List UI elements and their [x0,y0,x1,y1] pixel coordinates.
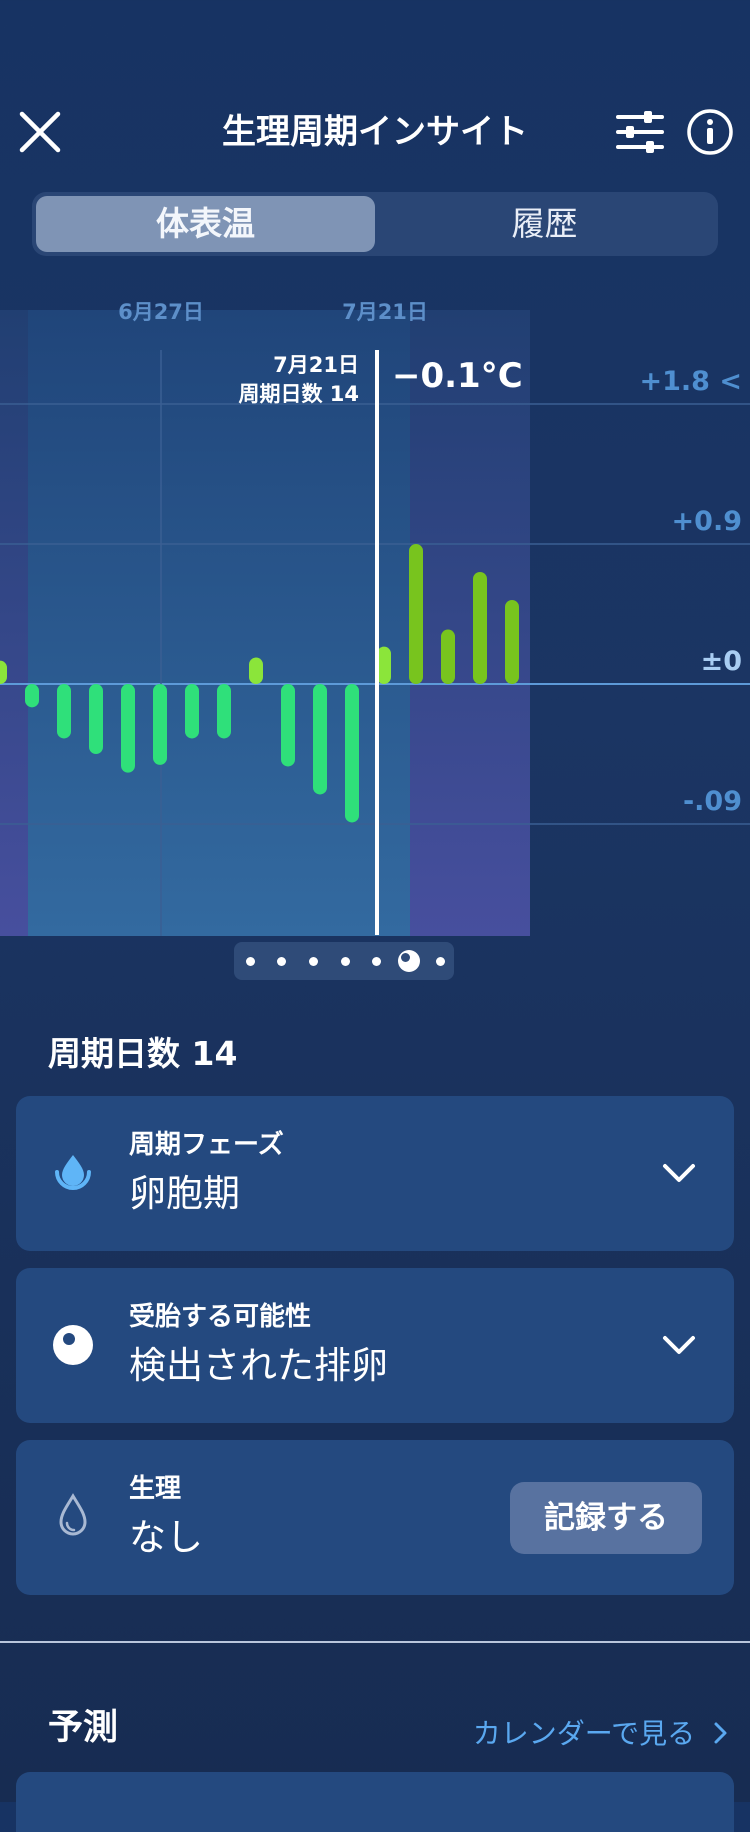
temperature-bar [153,684,167,765]
sliders-icon [616,111,664,153]
info-icon [687,109,733,155]
view-calendar-link[interactable]: カレンダーで見る [473,1710,730,1758]
fertility-label: 受胎する可能性 [129,1302,312,1332]
date-label-jul21: 7月21日 [342,300,428,324]
page-dot[interactable] [340,957,350,966]
settings-button[interactable] [614,108,666,156]
tab-body-temperature[interactable]: 体表温 [36,196,375,252]
temperature-bar [441,629,455,684]
y-label-lower: -.09 [683,786,742,817]
temperature-chart-svg: 6月27日 7月21日 7月21日 周期日数 14 −0.1°C +1.8 < … [0,300,750,936]
y-label-upper: +0.9 [672,506,742,537]
page-dot[interactable] [372,957,382,966]
cycle-phase-label: 周期フェーズ [129,1130,284,1160]
temperature-chart[interactable]: 6月27日 7月21日 7月21日 周期日数 14 −0.1°C +1.8 < … [0,290,750,940]
period-value: なし [129,1516,203,1559]
temperature-bar [345,684,359,823]
page-dot[interactable] [308,957,318,966]
temperature-bar [473,572,487,684]
cycle-day-heading: 周期日数 14 [48,1034,238,1073]
period-card: 生理 なし 記録する [16,1440,734,1595]
temperature-bar [217,684,231,739]
view-calendar-link-label: カレンダーで見る [472,1717,696,1750]
fertility-card[interactable]: 受胎する可能性 検出された排卵 [16,1268,734,1423]
chevron-down-icon[interactable] [660,1156,698,1190]
temperature-bar [313,684,327,795]
tooltip-cycle-day: 周期日数 14 [238,382,359,406]
forecast-heading: 予測 [48,1708,119,1748]
temperature-bar [249,657,263,684]
record-button[interactable]: 記録する [510,1482,702,1554]
temperature-bar [281,684,295,767]
temperature-bar [505,600,519,684]
info-button[interactable] [686,108,734,156]
temperature-bar [121,684,135,773]
period-drop-icon [59,1493,87,1536]
tooltip-temperature: −0.1°C [392,356,523,396]
temperature-bar [185,684,199,739]
phase-drop-icon [55,1155,91,1190]
fertility-value: 検出された排卵 [129,1344,388,1387]
temperature-bar [377,646,391,684]
tooltip-date: 7月21日 [273,353,359,377]
temperature-bar [25,684,39,708]
section-divider [0,1641,750,1643]
period-label: 生理 [129,1474,182,1504]
tab-history[interactable]: 履歴 [375,196,714,252]
page-dot[interactable] [277,957,287,966]
temperature-bar [57,684,71,739]
cycle-phase-value: 卵胞期 [129,1172,240,1215]
y-label-zero: ±0 [701,646,742,677]
page-dot-active[interactable] [397,950,420,972]
page-dot[interactable] [435,957,445,966]
view-segmented-control: 体表温 履歴 [32,192,718,256]
chevron-down-icon[interactable] [660,1328,698,1362]
temperature-bar [89,684,103,754]
chevron-right-icon [714,1722,727,1744]
temperature-bar [0,660,7,684]
page-dot[interactable] [245,957,255,966]
date-label-jun27: 6月27日 [118,300,204,324]
temperature-bar [409,544,423,684]
chart-page-indicator[interactable] [234,942,454,980]
y-label-top: +1.8 < [640,366,742,397]
cycle-phase-card[interactable]: 周期フェーズ 卵胞期 [16,1096,734,1251]
ovulation-icon [53,1325,93,1365]
forecast-card[interactable] [16,1772,734,1832]
